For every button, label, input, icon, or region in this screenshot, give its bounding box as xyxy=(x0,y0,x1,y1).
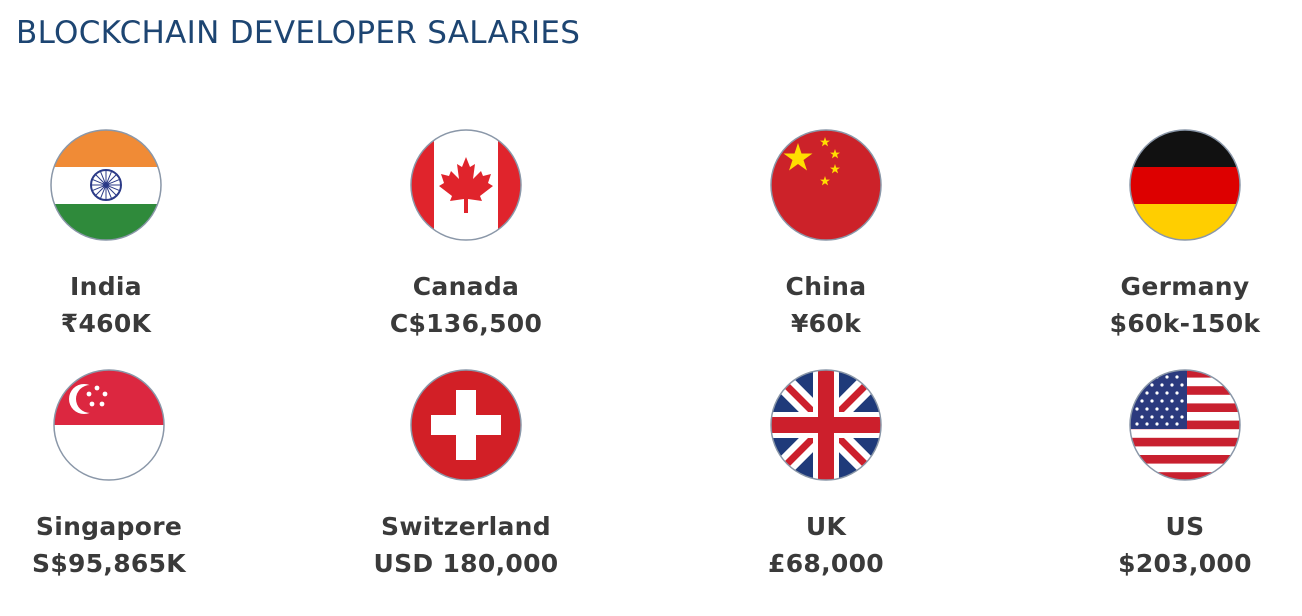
country-name: UK xyxy=(805,512,847,541)
page-title: BLOCKCHAIN DEVELOPER SALARIES xyxy=(16,15,581,51)
salary-value: $60k-150k xyxy=(1109,309,1261,338)
salary-value: $203,000 xyxy=(1118,549,1252,578)
country-card-switzerland: Switzerland USD 180,000 xyxy=(336,369,596,580)
us-flag-icon xyxy=(1129,369,1241,481)
country-name: India xyxy=(70,272,142,301)
country-card-us: US $203,000 xyxy=(1055,369,1302,580)
country-name: Germany xyxy=(1120,272,1250,301)
salary-value: USD 180,000 xyxy=(373,549,559,578)
salary-value: C$136,500 xyxy=(389,309,543,338)
india-flag-icon xyxy=(50,129,162,241)
switzerland-flag-icon xyxy=(410,369,522,481)
country-card-germany: Germany $60k-150k xyxy=(1055,129,1302,340)
uk-flag-icon xyxy=(770,369,882,481)
country-name: Canada xyxy=(412,272,520,301)
country-card-china: China ¥60k xyxy=(696,129,956,340)
germany-flag-icon xyxy=(1129,129,1241,241)
china-flag-icon xyxy=(770,129,882,241)
country-name: Switzerland xyxy=(381,512,551,541)
salary-value: ₹460K xyxy=(60,309,152,338)
country-card-india: India ₹460K xyxy=(0,129,236,340)
salary-value: S$95,865K xyxy=(32,549,186,578)
salary-value: ¥60k xyxy=(790,309,861,338)
country-card-canada: Canada C$136,500 xyxy=(336,129,596,340)
singapore-flag-icon xyxy=(53,369,165,481)
country-name: China xyxy=(785,272,867,301)
country-card-singapore: Singapore S$95,865K xyxy=(0,369,239,580)
country-card-uk: UK £68,000 xyxy=(696,369,956,580)
salary-value: £68,000 xyxy=(768,549,884,578)
country-name: Singapore xyxy=(35,512,183,541)
canada-flag-icon xyxy=(410,129,522,241)
country-name: US xyxy=(1165,512,1205,541)
